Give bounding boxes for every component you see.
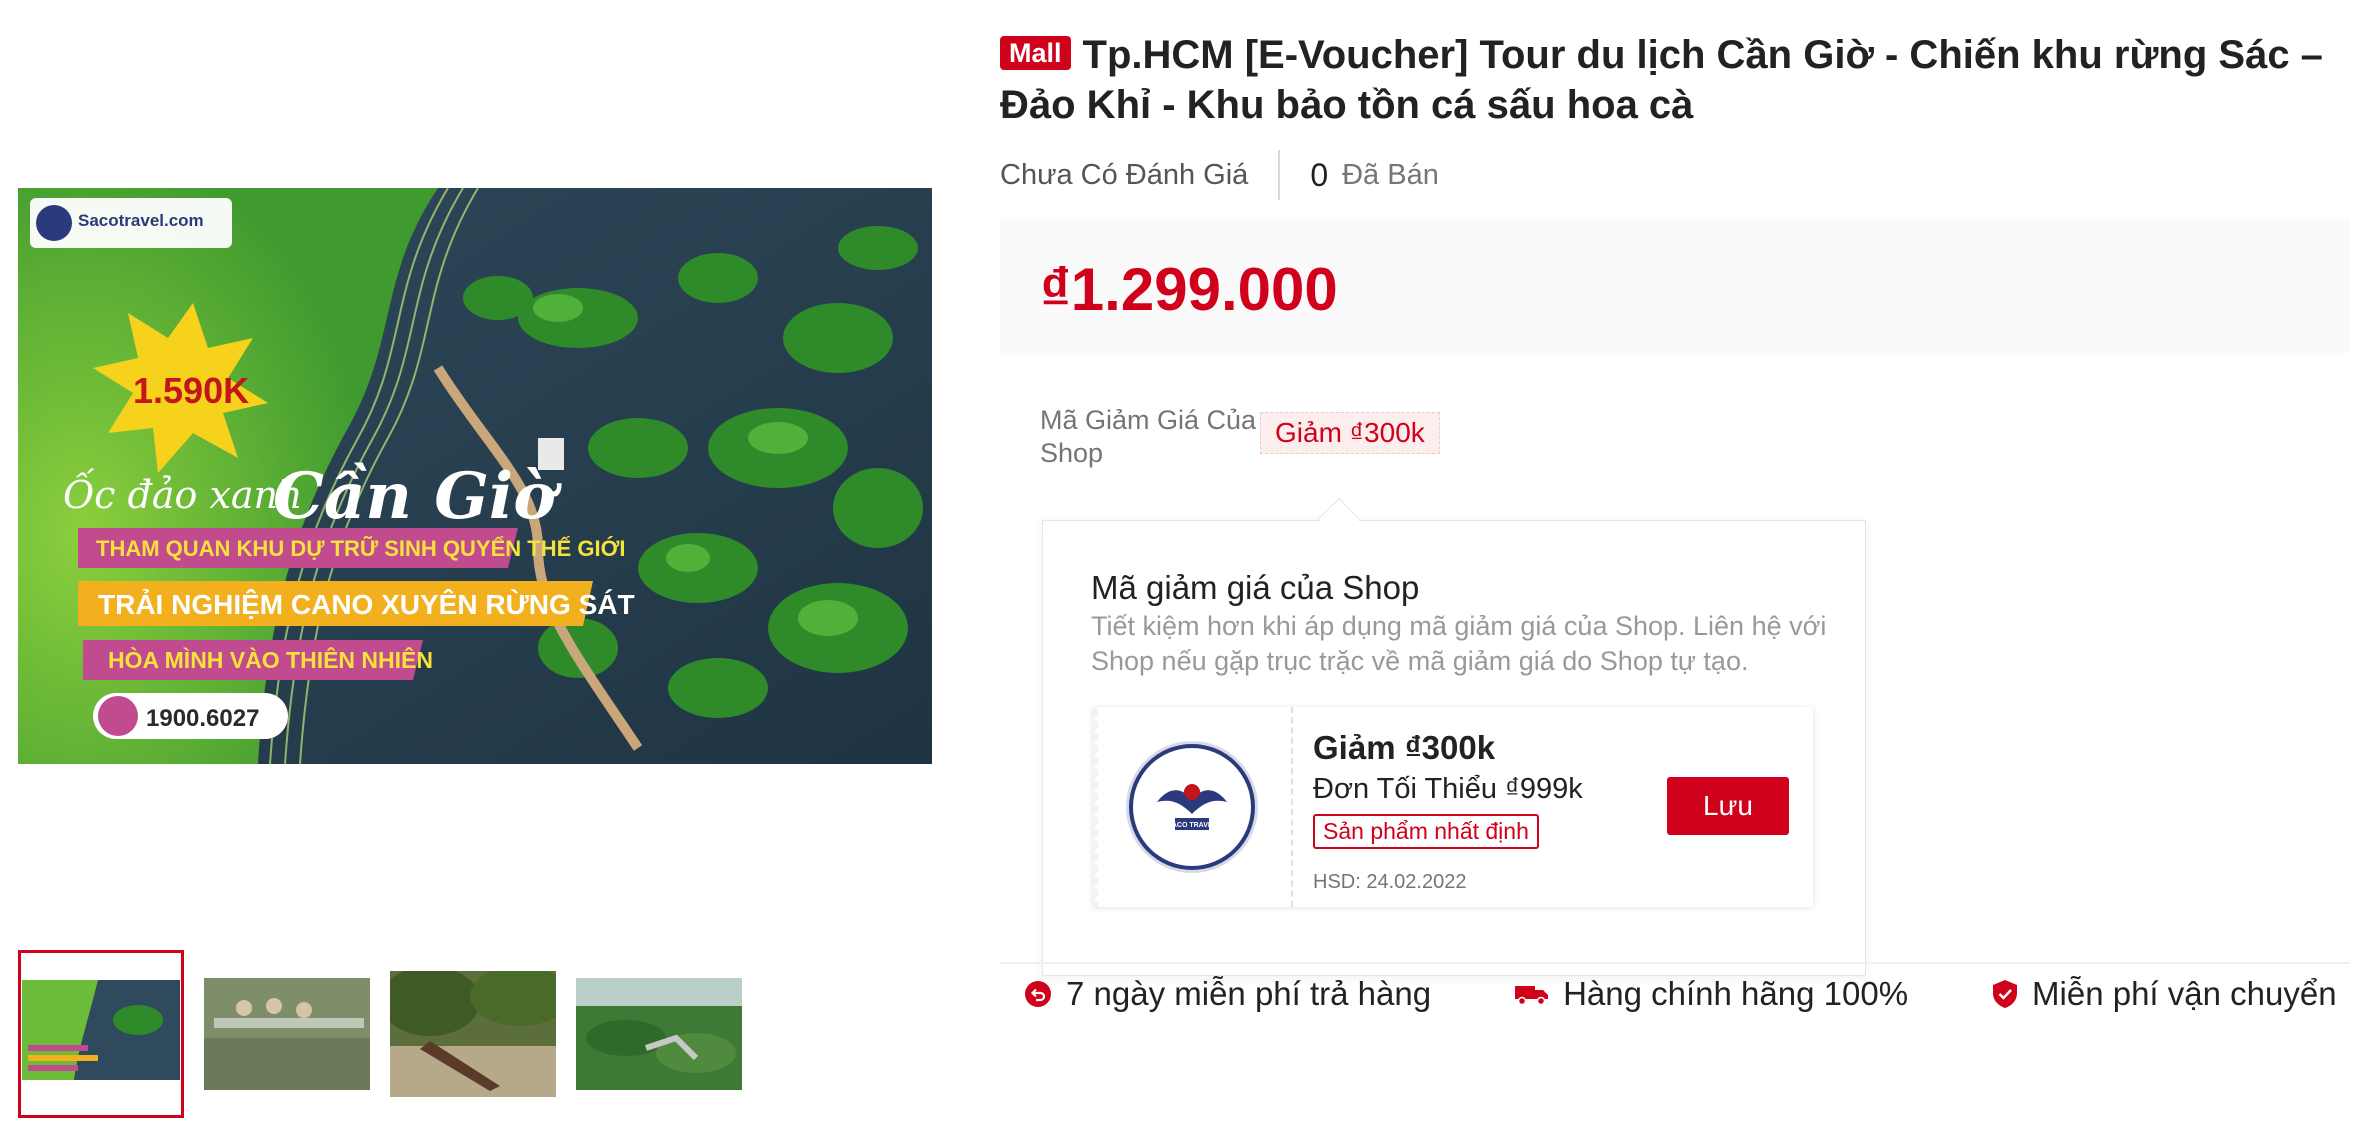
svg-text:Sacotravel.com: Sacotravel.com: [78, 211, 204, 230]
popover-description: Tiết kiệm hơn khi áp dụng mã giảm giá củ…: [1091, 611, 1827, 676]
guarantee-divider: [1000, 962, 2350, 964]
banner-graphic: Sacotravel.com 1.590K Ốc đảo xanh Cần Gi…: [18, 188, 932, 764]
product-price: ₫1.299.000: [1040, 256, 1338, 323]
saco-travel-logo-icon: SACO TRAVEL: [1157, 784, 1227, 830]
voucher-expiry: HSD: 24.02.2022: [1313, 871, 1467, 893]
guarantee-free-shipping[interactable]: Miễn phí vận chuyển: [1992, 975, 2337, 1013]
thumbnail-1[interactable]: [18, 950, 184, 1118]
rating-status[interactable]: Chưa Có Đánh Giá: [1000, 150, 1281, 200]
product-title: Mall Tp.HCM [E-Voucher] Tour du lịch Cần …: [1000, 30, 2340, 130]
product-meta: Chưa Có Đánh Giá 0 Đã Bán: [1000, 150, 1439, 200]
main-product-image[interactable]: Sacotravel.com 1.590K Ốc đảo xanh Cần Gi…: [18, 188, 932, 764]
product-title-block: Mall Tp.HCM [E-Voucher] Tour du lịch Cần …: [1000, 30, 2340, 130]
voucher-shop-logo-area: SACO TRAVEL: [1093, 707, 1293, 907]
svg-text:1900.6027: 1900.6027: [146, 705, 259, 732]
thumbnail-2[interactable]: [204, 978, 370, 1090]
voucher-chip[interactable]: Giảm ₫300k: [1260, 412, 1440, 454]
svg-text:Cần Giờ: Cần Giờ: [273, 459, 562, 534]
svg-text:Ốc đảo xanh: Ốc đảo xanh: [63, 469, 303, 517]
mall-badge: Mall: [1000, 36, 1071, 70]
shop-voucher-row: Mã Giảm Giá Của Shop Giảm ₫300k: [1040, 404, 1440, 470]
voucher-card: SACO TRAVEL Giảm ₫300k Đơn Tối Thiểu ₫99…: [1093, 707, 1813, 907]
shop-logo: SACO TRAVEL: [1133, 748, 1251, 866]
shield-icon: [1993, 980, 2018, 1008]
return-icon: [1025, 981, 1051, 1007]
price-section: ₫1.299.000: [1000, 219, 2350, 353]
guarantee-authentic-label: Hàng chính hãng 100%: [1563, 975, 1909, 1012]
logo-text: SACO TRAVEL: [1167, 822, 1217, 829]
svg-text:HÒA MÌNH VÀO THIÊN NHIÊN: HÒA MÌNH VÀO THIÊN NHIÊN: [108, 646, 433, 673]
sold-label: Đã Bán: [1342, 158, 1439, 191]
popover-title: Mã giảm giá của Shop: [1091, 569, 1420, 606]
svg-text:TRẢI NGHIỆM CANO XUYÊN RỪNG SÁ: TRẢI NGHIỆM CANO XUYÊN RỪNG SÁT: [98, 588, 635, 620]
guarantee-free-shipping-label: Miễn phí vận chuyển: [2032, 975, 2337, 1012]
svg-text:THAM QUAN KHU DỰ TRỮ SINH QUYỂ: THAM QUAN KHU DỰ TRỮ SINH QUYỂN THẾ GIỚI: [96, 536, 626, 561]
guarantee-authentic[interactable]: Hàng chính hãng 100%: [1515, 975, 1908, 1013]
voucher-title: Giảm ₫300k: [1313, 729, 1496, 766]
voucher-condition-tag: Sản phẩm nhất định: [1313, 814, 1539, 849]
svg-text:1.590K: 1.590K: [133, 370, 249, 411]
thumbnail-3[interactable]: [390, 971, 556, 1097]
guarantees-bar: 7 ngày miễn phí trả hàng Hàng chính hãng…: [1024, 975, 2337, 1013]
guarantee-return[interactable]: 7 ngày miễn phí trả hàng: [1024, 975, 1431, 1013]
save-voucher-button[interactable]: Lưu: [1667, 777, 1789, 835]
shop-voucher-label: Mã Giảm Giá Của Shop: [1040, 405, 1257, 468]
thumbnail-4[interactable]: [576, 978, 742, 1090]
product-title-text: Tp.HCM [E-Voucher] Tour du lịch Cần Giờ …: [1000, 33, 2323, 127]
truck-icon: [1515, 986, 1549, 1006]
sold-count: 0: [1310, 156, 1329, 193]
guarantee-return-label: 7 ngày miễn phí trả hàng: [1066, 975, 1432, 1012]
voucher-popover: Mã giảm giá của Shop Tiết kiệm hơn khi á…: [1042, 520, 1866, 976]
